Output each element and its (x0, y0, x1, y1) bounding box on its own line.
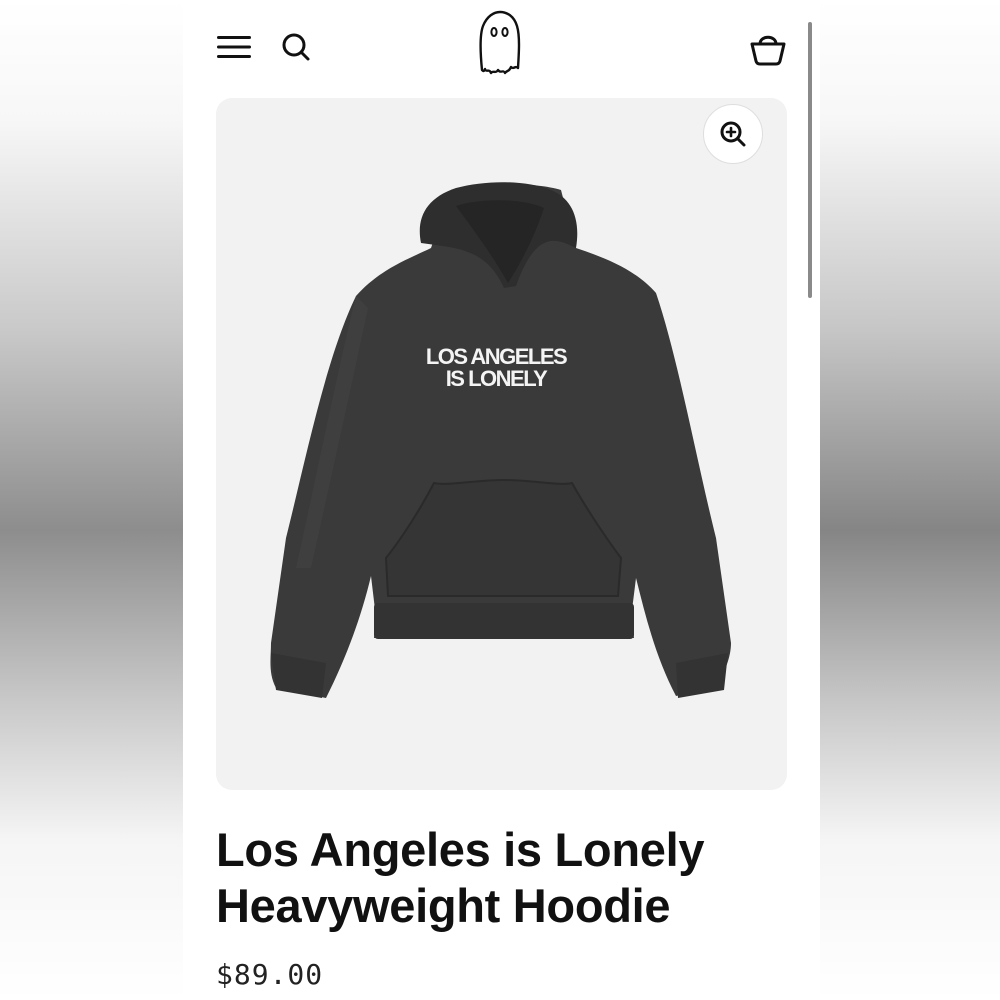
ghost-logo[interactable] (474, 10, 526, 80)
shopping-basket-icon (750, 35, 786, 66)
mobile-page: LOS ANGELES IS LONELY Los Angeles is Lon… (183, 0, 820, 1000)
zoom-in-icon (720, 121, 746, 147)
cart-button[interactable] (745, 24, 791, 70)
scrollbar[interactable] (808, 22, 812, 298)
zoom-button[interactable] (703, 104, 763, 164)
product-title: Los Angeles is Lonely Heavyweight Hoodie (216, 823, 705, 932)
print-line-2: IS LONELY (445, 366, 548, 391)
menu-button[interactable] (213, 26, 255, 68)
product-image[interactable]: LOS ANGELES IS LONELY (216, 98, 787, 790)
hoodie-illustration: LOS ANGELES IS LONELY (216, 98, 787, 790)
print-line-1: LOS ANGELES (425, 344, 568, 369)
right-backdrop (820, 0, 1000, 1000)
left-backdrop (0, 0, 183, 1000)
product-price: $89.00 (216, 958, 324, 991)
hoodie-print-text: LOS ANGELES IS LONELY (386, 346, 606, 390)
hamburger-menu-icon (217, 36, 251, 58)
search-button[interactable] (275, 26, 317, 68)
search-icon (282, 33, 310, 61)
ghost-logo-icon (479, 10, 521, 75)
